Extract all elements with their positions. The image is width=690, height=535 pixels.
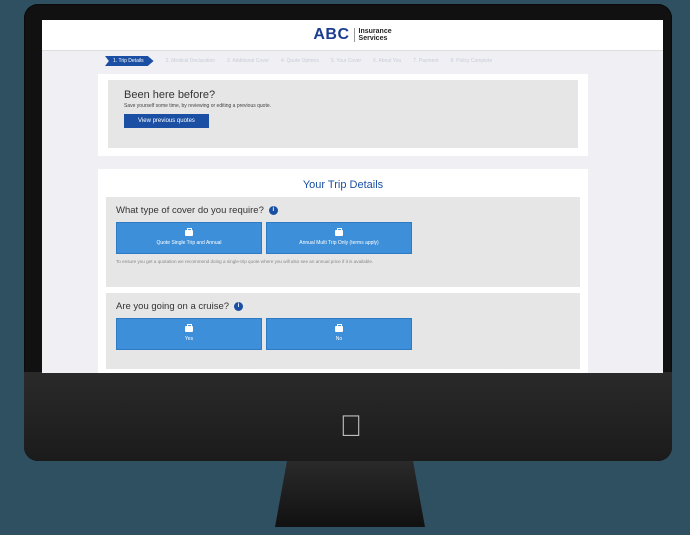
step-about-you: 6. About You — [373, 58, 402, 64]
view-previous-quotes-button[interactable]: View previous quotes — [124, 114, 209, 128]
step-payment: 7. Payment — [413, 58, 439, 64]
cover-options: Quote Single Trip and Annual Annual Mult… — [116, 222, 570, 254]
screen: ABC Insurance Services 1. Trip Details 2… — [42, 20, 663, 373]
info-icon[interactable]: i — [234, 302, 244, 311]
step-your-cover: 5. Your Cover — [330, 58, 362, 64]
logo-insurance-services: Insurance Services — [353, 28, 392, 42]
logo-abc: ABC — [313, 26, 350, 43]
cover-question: What type of cover do you require? i — [116, 205, 570, 216]
cruise-options: Yes No — [116, 318, 570, 350]
step-quote-options: 4. Quote Options — [281, 58, 319, 64]
apple-logo-icon:  — [336, 410, 366, 444]
step-medical-declaration: 2. Medical Declaration — [165, 58, 216, 64]
suitcase-icon — [185, 228, 193, 236]
step-trip-details[interactable]: 1. Trip Details — [105, 56, 154, 66]
cover-note: To ensure you get a quotation we recomme… — [116, 259, 374, 264]
monitor-stand — [275, 461, 425, 527]
single-trip-option[interactable]: Quote Single Trip and Annual — [116, 222, 262, 254]
cruise-yes-option[interactable]: Yes — [116, 318, 262, 350]
cruise-question: Are you going on a cruise? i — [116, 301, 570, 312]
ship-icon — [185, 324, 193, 332]
header: ABC Insurance Services — [42, 20, 663, 51]
step-policy-complete: 8. Policy Complete — [450, 58, 493, 64]
step-additional-cover: 3. Additional Cover — [227, 58, 270, 64]
been-here-title: Been here before? — [124, 89, 216, 101]
trip-details-card: Your Trip Details What type of cover do … — [98, 169, 588, 373]
info-icon[interactable]: i — [268, 206, 278, 215]
been-here-subtitle: Save yourself some time, by reviewing or… — [124, 103, 272, 109]
been-here-box: Been here before? Save yourself some tim… — [108, 80, 578, 148]
trip-details-title: Your Trip Details — [302, 179, 384, 191]
annual-multi-trip-option[interactable]: Annual Multi Trip Only (terms apply) — [266, 222, 412, 254]
cruise-no-option[interactable]: No — [266, 318, 412, 350]
brand-logo[interactable]: ABC Insurance Services — [313, 26, 391, 44]
cover-type-box: What type of cover do you require? i Quo… — [106, 197, 580, 287]
ship-icon — [335, 324, 343, 332]
cruise-box: Are you going on a cruise? i Yes No — [106, 293, 580, 369]
progress-steps: 1. Trip Details 2. Medical Declaration 3… — [42, 51, 663, 71]
suitcase-icon — [335, 228, 343, 236]
been-here-card: Been here before? Save yourself some tim… — [98, 74, 588, 156]
